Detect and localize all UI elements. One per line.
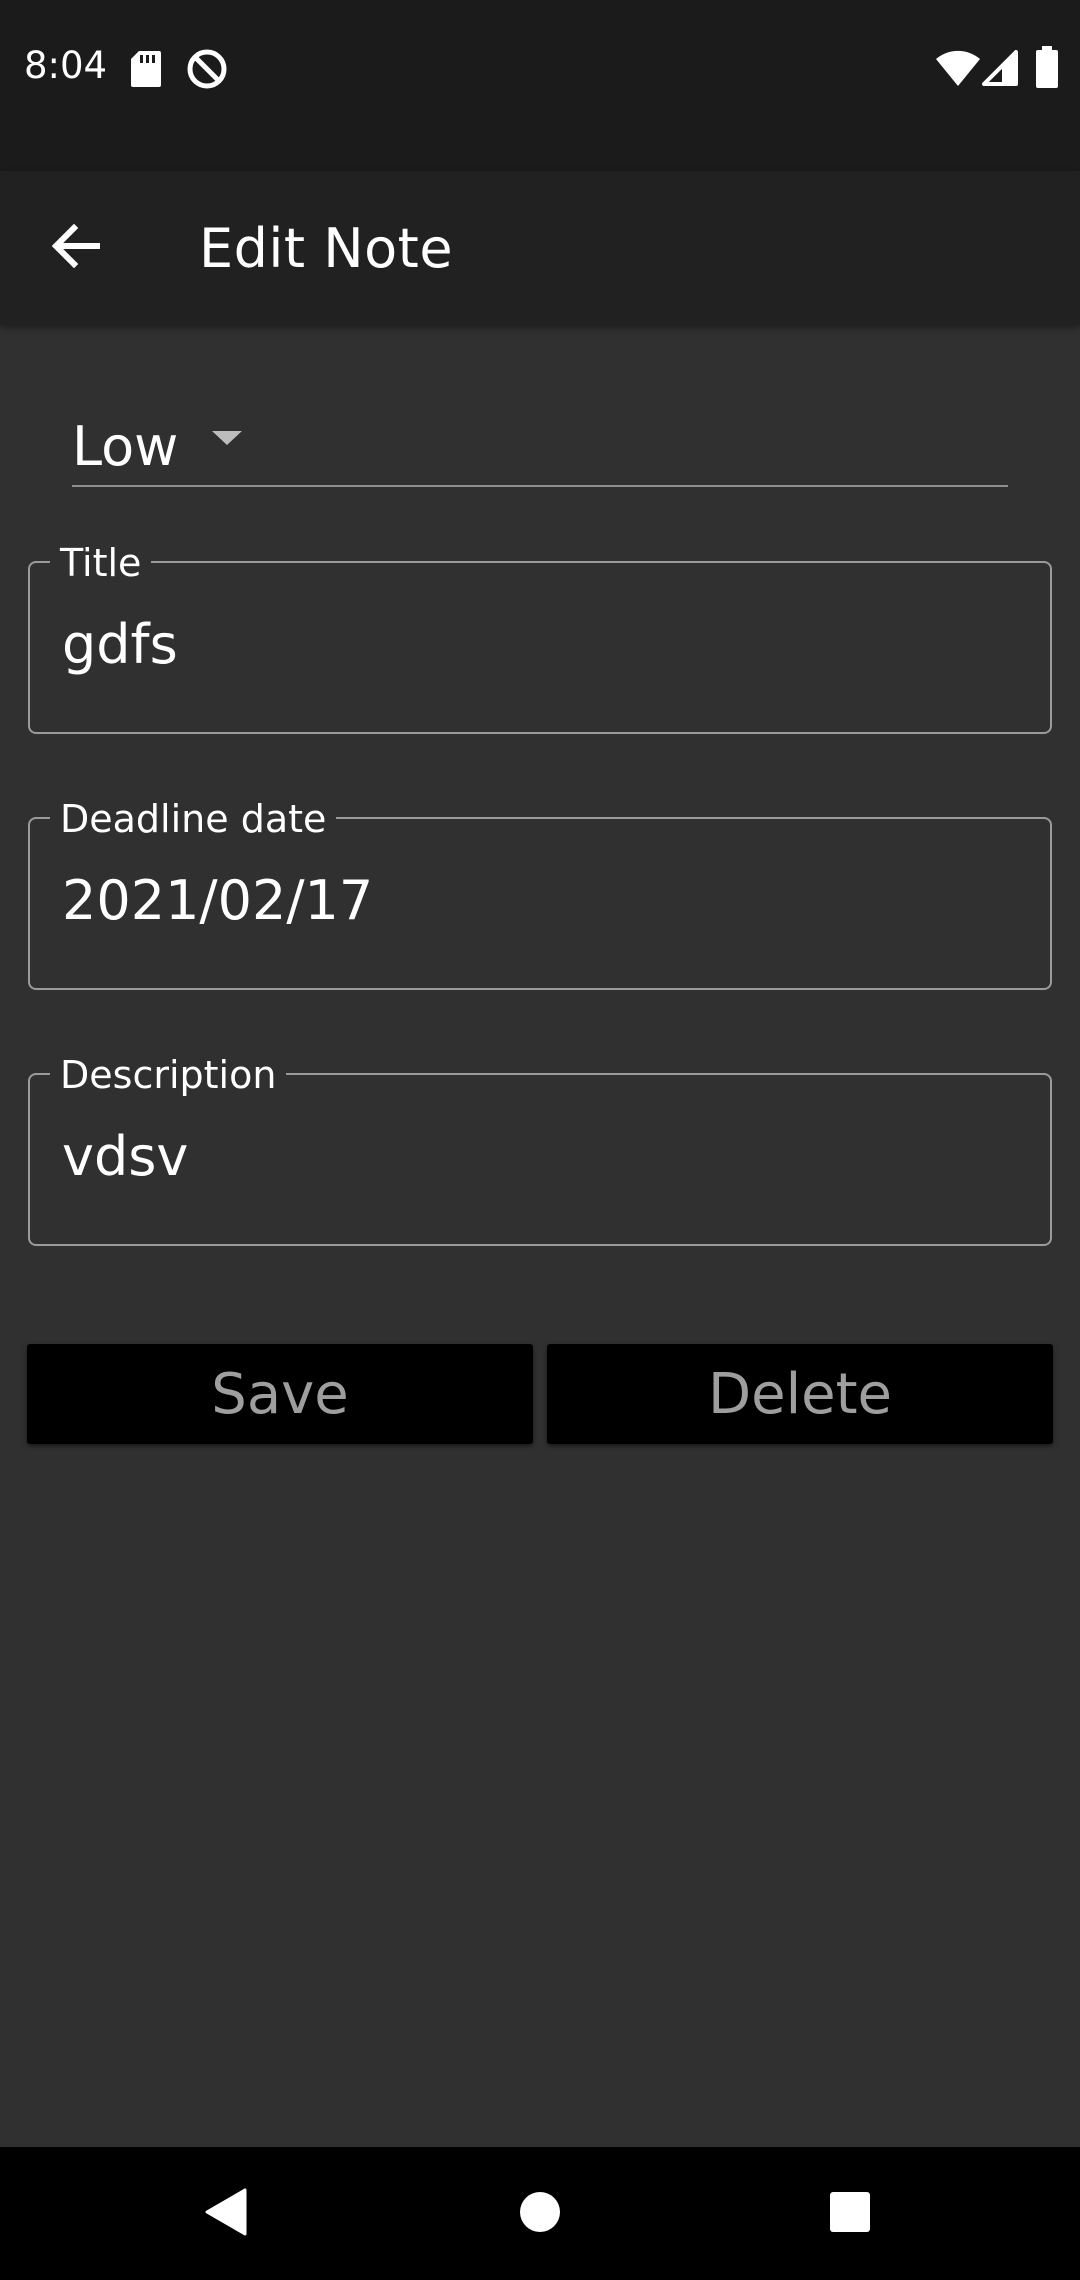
nav-back-button[interactable] [186,2177,266,2251]
back-button[interactable] [40,203,112,293]
home-circle-icon [519,2191,561,2237]
do-not-disturb-icon [186,48,228,94]
description-field-label: Description [50,1053,287,1097]
wifi-icon [936,50,980,90]
deadline-date-field-label: Deadline date [50,797,337,841]
title-field-value[interactable]: gdfs [62,613,178,676]
delete-button[interactable]: Delete [547,1344,1053,1444]
priority-selected-value: Low [72,415,179,478]
save-button[interactable]: Save [27,1344,533,1444]
title-field-label: Title [50,541,152,585]
chevron-down-icon [212,429,242,449]
sd-card-icon [131,51,161,91]
deadline-date-field-value[interactable]: 2021/02/17 [62,869,373,932]
deadline-date-field[interactable]: Deadline date 2021/02/17 [28,797,1052,990]
arrow-left-icon [51,223,101,272]
title-field[interactable]: Title gdfs [28,541,1052,734]
recents-square-icon [829,2191,871,2237]
status-bar: 8:04 [0,0,1080,171]
page-title: Edit Note [199,217,454,280]
system-nav-bar [0,2147,1080,2280]
back-triangle-icon [205,2188,247,2240]
app-bar: Edit Note [0,171,1080,325]
nav-home-button[interactable] [500,2177,580,2251]
description-field[interactable]: Description vdsv [28,1053,1052,1246]
nav-recents-button[interactable] [810,2177,890,2251]
status-time: 8:04 [24,44,108,87]
description-field-value[interactable]: vdsv [62,1125,188,1188]
cell-signal-icon [982,50,1018,90]
battery-icon [1036,46,1058,92]
priority-dropdown[interactable]: Low [72,395,1008,487]
